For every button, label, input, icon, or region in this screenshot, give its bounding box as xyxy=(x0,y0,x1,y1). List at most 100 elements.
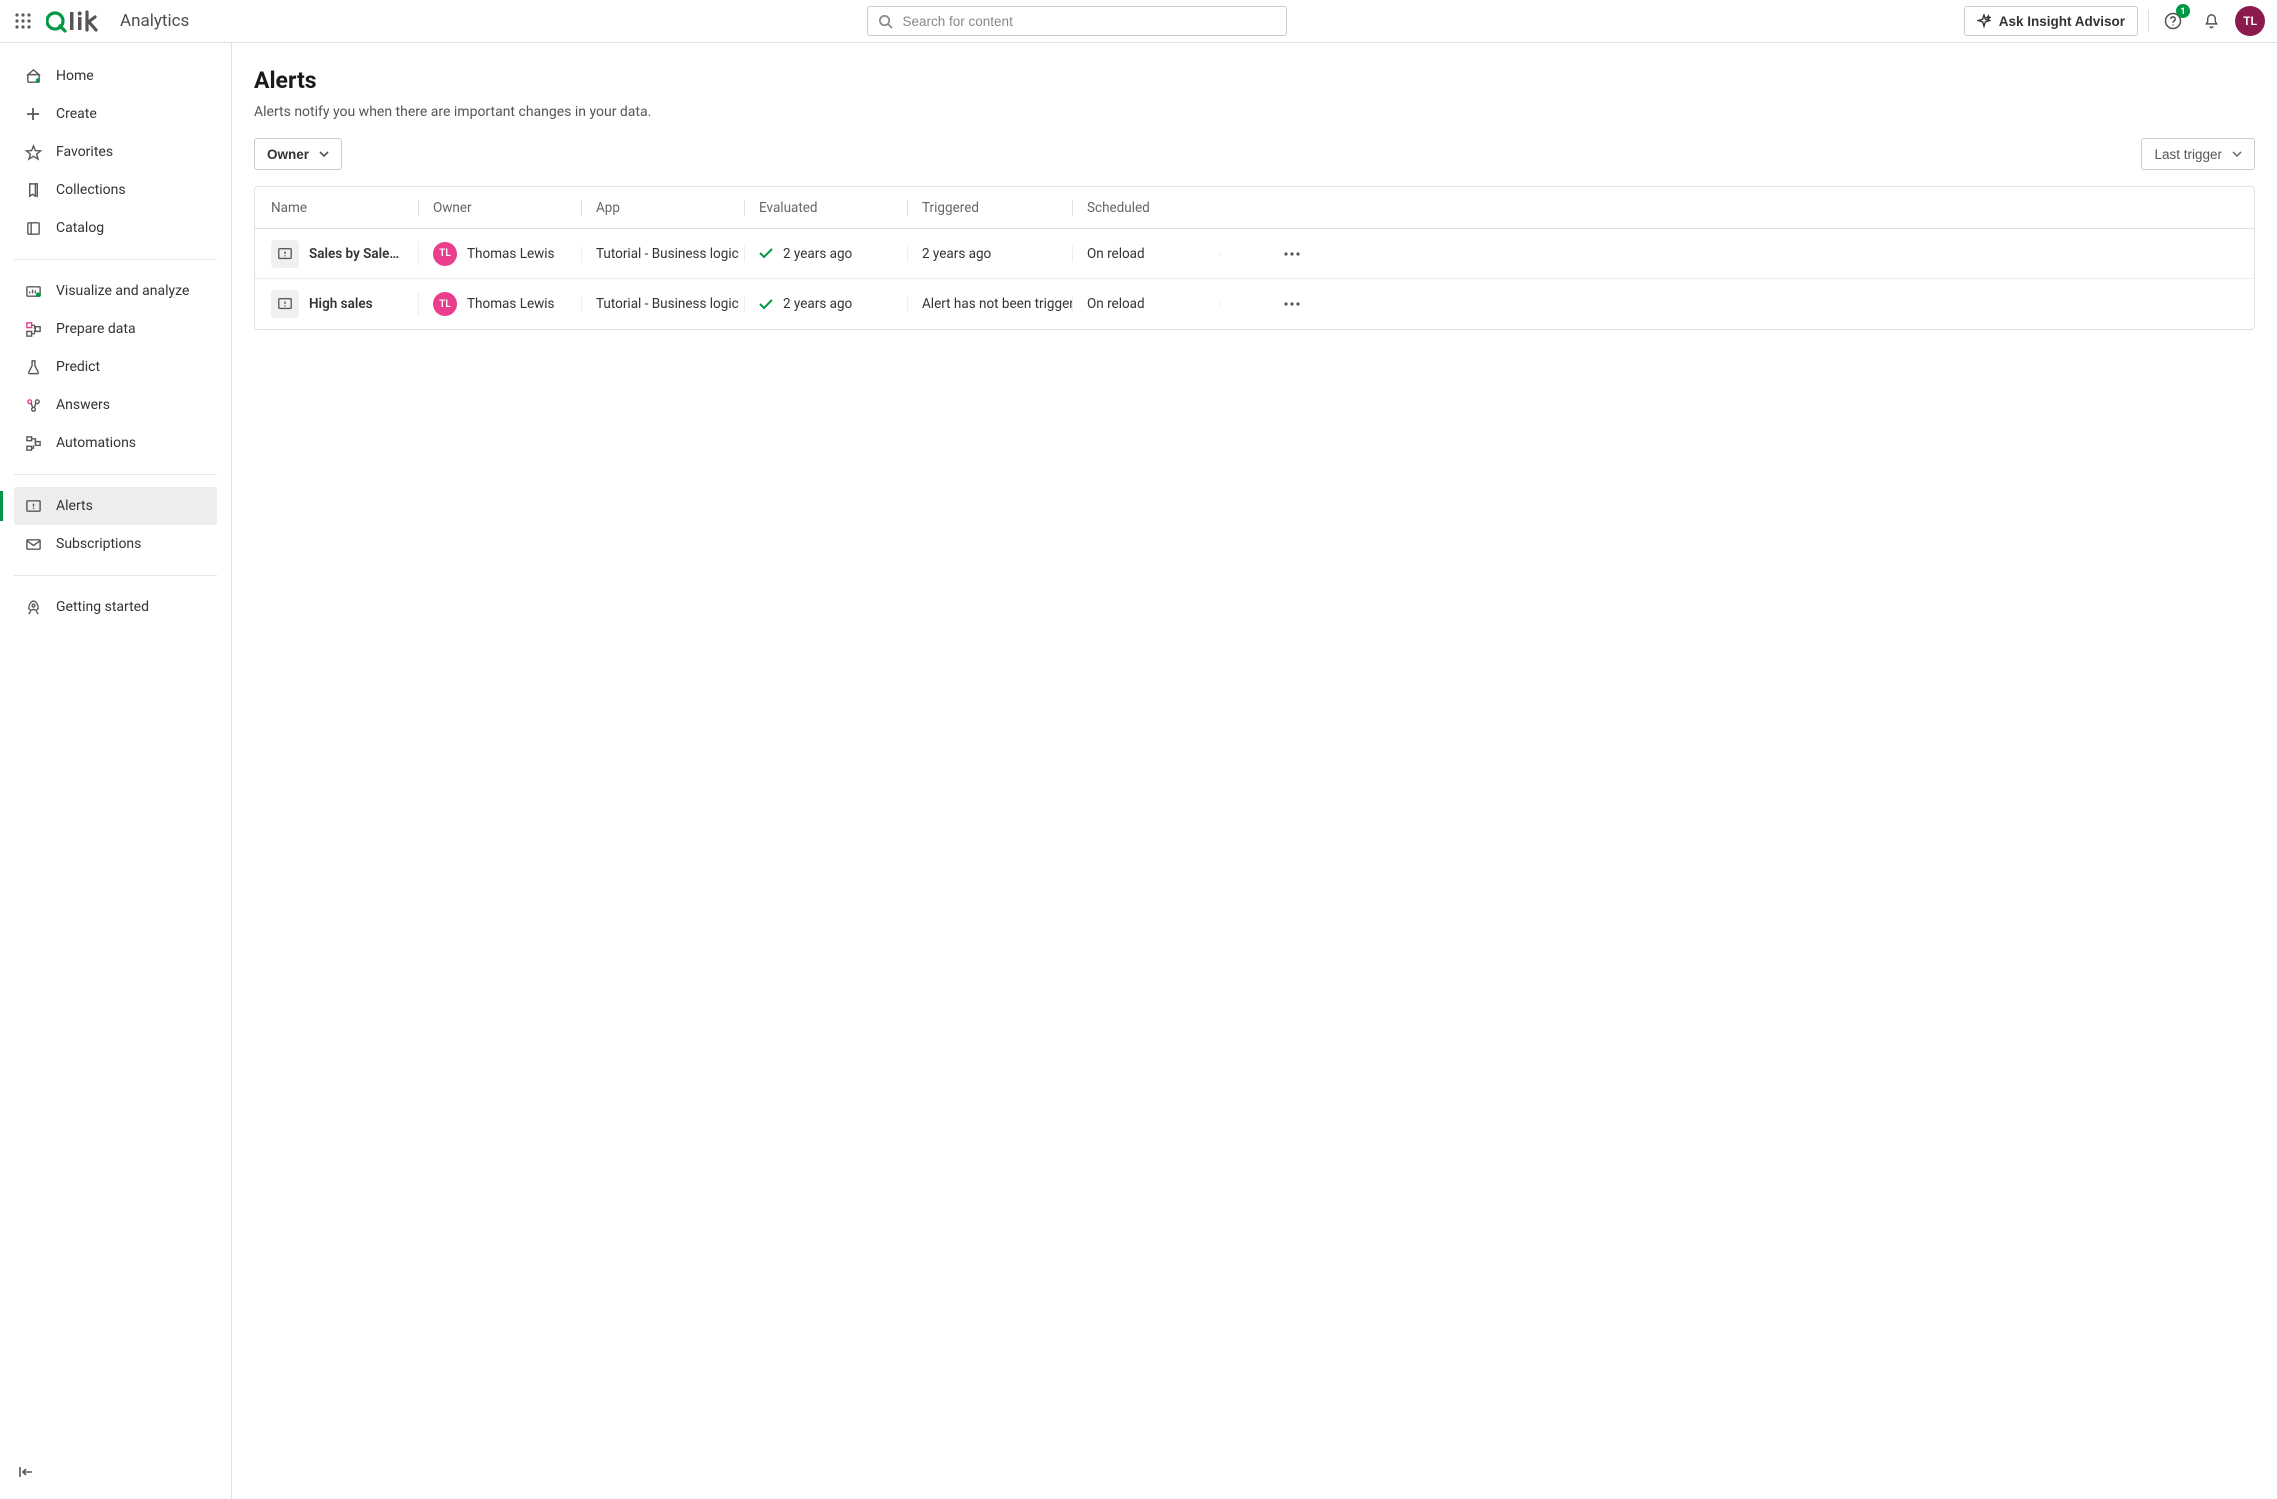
search-wrap xyxy=(201,6,1951,36)
insight-button-label: Ask Insight Advisor xyxy=(1999,14,2125,29)
automation-icon xyxy=(24,435,42,452)
sidebar-item-home[interactable]: Home xyxy=(14,57,217,95)
user-avatar[interactable]: TL xyxy=(2235,6,2265,36)
app-name: Tutorial - Business logic xyxy=(596,246,739,262)
sidebar-item-label: Favorites xyxy=(56,144,113,160)
sidebar-item-subscriptions[interactable]: Subscriptions xyxy=(14,525,217,563)
sidebar-item-favorites[interactable]: Favorites xyxy=(14,133,217,171)
evaluated-value: 2 years ago xyxy=(783,296,852,312)
column-header-app[interactable]: App xyxy=(581,200,744,216)
dots-icon xyxy=(1284,252,1300,256)
check-icon xyxy=(759,299,773,310)
main-content: Alerts Alerts notify you when there are … xyxy=(232,43,2277,1499)
brand-logo[interactable]: Analytics xyxy=(46,9,189,33)
dots-icon xyxy=(1284,302,1300,306)
sidebar-item-label: Automations xyxy=(56,435,136,451)
alerts-table: Name Owner App Evaluated Triggered Sched… xyxy=(254,186,2255,330)
ask-insight-advisor-button[interactable]: Ask Insight Advisor xyxy=(1964,6,2138,36)
page-subtitle: Alerts notify you when there are importa… xyxy=(254,104,2255,120)
chevron-down-icon xyxy=(319,151,329,157)
sidebar-item-label: Catalog xyxy=(56,220,104,236)
toolbar-row: Owner Last trigger xyxy=(254,138,2255,170)
rocket-icon xyxy=(24,599,42,616)
column-header-triggered[interactable]: Triggered xyxy=(907,200,1072,216)
top-header: Analytics Ask Insight Advisor 1 TL xyxy=(0,0,2277,43)
sidebar-item-label: Collections xyxy=(56,182,126,198)
scheduled-value: On reload xyxy=(1087,296,1145,312)
alert-name: High sales xyxy=(309,296,373,312)
sidebar-divider xyxy=(14,474,217,475)
table-row[interactable]: High sales TL Thomas Lewis Tutorial - Bu… xyxy=(255,279,2254,329)
app-launcher-icon[interactable] xyxy=(12,10,34,32)
collapse-icon xyxy=(18,1465,36,1479)
catalog-icon xyxy=(24,220,42,237)
triggered-value: 2 years ago xyxy=(922,246,991,262)
chevron-down-icon xyxy=(2232,151,2242,157)
sidebar-divider xyxy=(14,575,217,576)
sidebar-item-label: Getting started xyxy=(56,599,149,615)
data-icon xyxy=(24,321,42,338)
triggered-value: Alert has not been triggered xyxy=(922,296,1072,312)
sidebar-item-getting-started[interactable]: Getting started xyxy=(14,588,217,626)
sidebar-item-collections[interactable]: Collections xyxy=(14,171,217,209)
sidebar-item-prepare[interactable]: Prepare data xyxy=(14,310,217,348)
sidebar-item-label: Home xyxy=(56,68,94,84)
owner-filter-dropdown[interactable]: Owner xyxy=(254,138,342,170)
search-icon xyxy=(878,14,893,29)
column-header-name[interactable]: Name xyxy=(255,200,418,216)
chart-icon xyxy=(24,283,42,300)
sidebar-item-visualize[interactable]: Visualize and analyze xyxy=(14,272,217,310)
sidebar-item-alerts[interactable]: Alerts xyxy=(14,487,217,525)
column-header-evaluated[interactable]: Evaluated xyxy=(744,200,907,216)
row-actions-menu[interactable] xyxy=(1284,252,1300,256)
sidebar-item-label: Predict xyxy=(56,359,100,375)
bell-icon xyxy=(2203,13,2220,30)
help-button[interactable]: 1 xyxy=(2159,7,2187,35)
app-name: Tutorial - Business logic xyxy=(596,296,739,312)
sparkle-icon xyxy=(1977,14,1991,28)
notifications-button[interactable] xyxy=(2197,7,2225,35)
sidebar-item-label: Answers xyxy=(56,397,110,413)
mail-icon xyxy=(24,536,42,553)
sidebar-divider xyxy=(14,259,217,260)
owner-filter-label: Owner xyxy=(267,147,309,162)
sort-label: Last trigger xyxy=(2154,147,2222,162)
column-header-scheduled[interactable]: Scheduled xyxy=(1072,200,1220,216)
avatar-initials: TL xyxy=(2243,14,2257,28)
sidebar-item-label: Alerts xyxy=(56,498,93,514)
search-box[interactable] xyxy=(867,6,1287,36)
sort-dropdown[interactable]: Last trigger xyxy=(2141,138,2255,170)
sidebar-item-label: Prepare data xyxy=(56,321,136,337)
header-right: Ask Insight Advisor 1 TL xyxy=(1964,6,2265,36)
alert-row-icon xyxy=(271,240,299,268)
home-icon xyxy=(24,68,42,85)
alert-name: Sales by SalesOff… xyxy=(309,246,404,262)
column-header-owner[interactable]: Owner xyxy=(418,200,581,216)
sidebar-item-create[interactable]: Create xyxy=(14,95,217,133)
brand-product-label: Analytics xyxy=(120,11,189,31)
table-row[interactable]: Sales by SalesOff… TL Thomas Lewis Tutor… xyxy=(255,229,2254,279)
alert-icon xyxy=(24,498,42,515)
scheduled-value: On reload xyxy=(1087,246,1145,262)
sidebar-item-catalog[interactable]: Catalog xyxy=(14,209,217,247)
sidebar-item-label: Create xyxy=(56,106,97,122)
bookmark-icon xyxy=(24,182,42,199)
header-divider xyxy=(2148,10,2149,32)
collapse-sidebar-button[interactable] xyxy=(18,1465,213,1479)
page-title: Alerts xyxy=(254,67,2255,94)
help-badge: 1 xyxy=(2176,4,2190,18)
answers-icon xyxy=(24,397,42,414)
alert-row-icon xyxy=(271,290,299,318)
sidebar-item-answers[interactable]: Answers xyxy=(14,386,217,424)
plus-icon xyxy=(24,106,42,122)
check-icon xyxy=(759,248,773,259)
owner-name: Thomas Lewis xyxy=(467,246,555,262)
sidebar-item-predict[interactable]: Predict xyxy=(14,348,217,386)
sidebar: Home Create Favorites Collections Catalo… xyxy=(0,43,232,1499)
star-icon xyxy=(24,144,42,161)
search-input[interactable] xyxy=(901,13,1276,30)
sidebar-item-automations[interactable]: Automations xyxy=(14,424,217,462)
evaluated-value: 2 years ago xyxy=(783,246,852,262)
owner-avatar: TL xyxy=(433,242,457,266)
row-actions-menu[interactable] xyxy=(1284,302,1300,306)
